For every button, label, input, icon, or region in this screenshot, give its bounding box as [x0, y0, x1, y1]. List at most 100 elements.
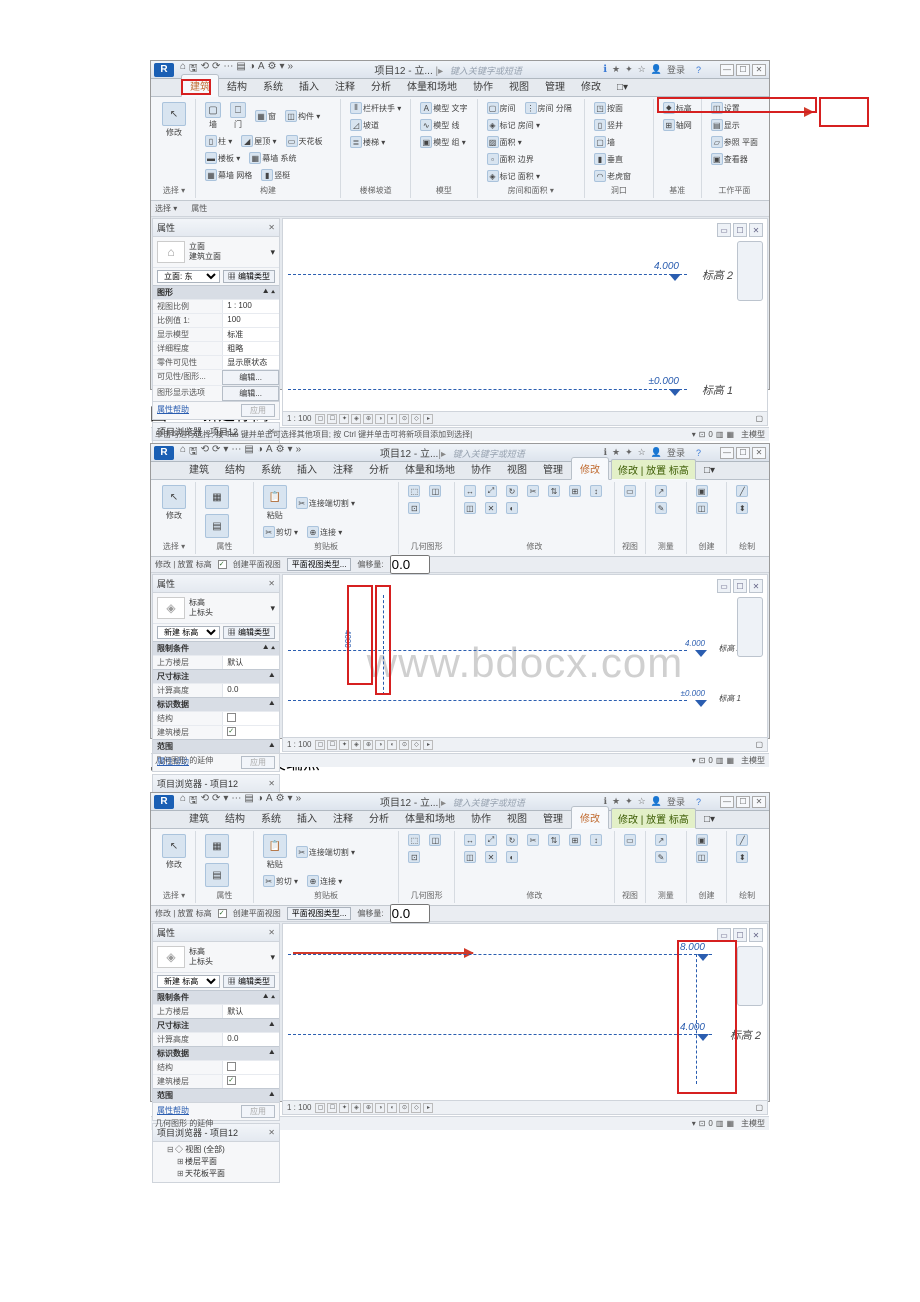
tab-5[interactable]: 分析: [361, 458, 397, 479]
tab-9[interactable]: 管理: [535, 458, 571, 479]
ribbon-icon-button[interactable]: ⬍: [733, 850, 751, 864]
instance-selector[interactable]: 新建 标高: [157, 975, 220, 988]
ribbon-icon-button[interactable]: ✎: [652, 501, 670, 515]
ribbon-icon-button[interactable]: ▤: [202, 513, 232, 539]
ribbon-面积边界-button[interactable]: ▫面积 边界: [484, 152, 537, 166]
window-buttons[interactable]: — ☐ ✕: [720, 64, 766, 76]
ribbon-icon-button[interactable]: ✕: [482, 501, 500, 515]
ribbon-修改-button[interactable]: ↖修改: [159, 833, 189, 871]
status-icon-2[interactable]: 0: [708, 756, 712, 765]
ribbon-房间分隔-button[interactable]: ⋮房间 分隔: [522, 101, 575, 115]
view-control-icon-0[interactable]: ▢: [315, 1103, 325, 1113]
property-row[interactable]: 零件可见性显示原状态: [153, 355, 279, 369]
info-icon-3[interactable]: ☆: [638, 796, 646, 807]
login-link[interactable]: 登录: [667, 446, 685, 459]
level-2-line[interactable]: [288, 1034, 712, 1035]
close-icon[interactable]: ✕: [752, 64, 766, 76]
ribbon-天花板-button[interactable]: ▭天花板: [283, 134, 326, 148]
user-icon[interactable]: 👤: [651, 64, 662, 75]
ribbon-轴网-button[interactable]: ⊞轴网: [660, 118, 695, 132]
info-icon-4[interactable]: 👤: [651, 447, 662, 458]
ribbon-icon-button[interactable]: ◫: [426, 484, 444, 498]
view-control-icon-9[interactable]: ▸: [423, 740, 433, 750]
level-2-line[interactable]: [288, 650, 687, 651]
info-icon-3[interactable]: ☆: [638, 447, 646, 458]
view-control-bar[interactable]: 1 : 100 ▢☐✦◈⊕◑◐⊙◇▸ ▢: [283, 411, 767, 425]
instance-selector[interactable]: 立面: 东: [157, 270, 220, 283]
ribbon-icon-button[interactable]: ▣: [693, 833, 711, 847]
type-dropdown-icon[interactable]: ▾: [270, 603, 275, 614]
view-control-icon-1[interactable]: ☐: [327, 1103, 337, 1113]
tab-7[interactable]: 协作: [463, 807, 499, 828]
canvas-close-icon[interactable]: ✕: [749, 223, 763, 237]
close-browser-icon[interactable]: ✕: [268, 1128, 275, 1137]
ribbon-标记房间-button[interactable]: ◈标记 房间 ▾: [484, 118, 543, 132]
ribbon-tabs[interactable]: 建筑 结构 系统 插入 注释 分析 体量和场地 协作 视图 管理 修改 □▾: [151, 79, 769, 97]
edit-type-button[interactable]: ▦ 编辑类型: [223, 975, 275, 988]
ribbon-构件-button[interactable]: ◫构件 ▾: [282, 101, 323, 131]
tab-0[interactable]: 建筑: [181, 807, 217, 828]
tab-9[interactable]: 管理: [535, 807, 571, 828]
view-control-icon-4[interactable]: ⊕: [363, 414, 373, 424]
level-2-line[interactable]: [288, 274, 687, 275]
property-row[interactable]: 可见性/图形...编辑...: [153, 369, 279, 385]
info-icon-2[interactable]: ✦: [625, 447, 633, 458]
property-row[interactable]: 详细程度粗略: [153, 341, 279, 355]
canvas-max-icon[interactable]: ☐: [733, 223, 747, 237]
ribbon-连接-button[interactable]: ⊕连接 ▾: [304, 525, 345, 539]
canvas-close-icon[interactable]: ✕: [749, 928, 763, 942]
ribbon-icon-button[interactable]: ╱: [733, 833, 751, 847]
nav-wheel[interactable]: [737, 241, 763, 301]
info-icon-1[interactable]: ★: [612, 796, 620, 807]
ribbon-icon-button[interactable]: ⬚: [405, 833, 423, 847]
view-control-icon-7[interactable]: ⊙: [399, 1103, 409, 1113]
plan-view-types-button[interactable]: 平面视图类型...: [287, 907, 352, 920]
tab-context[interactable]: 修改 | 放置 标高: [611, 459, 696, 480]
tab-analyze[interactable]: 分析: [363, 75, 399, 96]
ribbon-icon-button[interactable]: ▭: [621, 833, 639, 847]
ribbon-icon-button[interactable]: ▭: [621, 484, 639, 498]
view-control-icon-1[interactable]: ☐: [327, 740, 337, 750]
property-grid[interactable]: 图形⯅ ▴ 视图比例1 : 100比例值 1:100显示模型标准详细程度粗略零件…: [153, 285, 279, 401]
ribbon-楼板-button[interactable]: ▬楼板 ▾: [202, 151, 243, 165]
tab-10[interactable]: 修改: [571, 457, 609, 480]
ribbon-竖井-button[interactable]: ▯竖井: [591, 118, 626, 132]
maximize-icon[interactable]: ☐: [736, 64, 750, 76]
ribbon-icon-button[interactable]: ⬍: [733, 501, 751, 515]
level-1-label[interactable]: 标高 1: [718, 693, 741, 704]
ribbon-老虎窗-button[interactable]: ◠老虎窗: [591, 169, 634, 183]
options-bar[interactable]: 修改 | 放置 标高 创建平面视图 平面视图类型... 偏移量:: [151, 906, 769, 922]
nav-wheel[interactable]: [737, 946, 763, 1006]
tab-massing[interactable]: 体量和场地: [399, 75, 465, 96]
view-control-icon-6[interactable]: ◐: [387, 740, 397, 750]
level-1-label[interactable]: 标高 1: [702, 382, 733, 398]
structural-checkbox[interactable]: [227, 713, 236, 722]
level-3-value[interactable]: 8.000: [680, 942, 705, 953]
plan-view-types-button[interactable]: 平面视图类型...: [287, 558, 352, 571]
ribbon-墙-button[interactable]: ▢墙: [202, 101, 224, 131]
ribbon-房间-button[interactable]: ▢房间: [484, 101, 519, 115]
canvas-max-icon[interactable]: ☐: [733, 579, 747, 593]
ribbon-修改-button[interactable]: ↖修改: [159, 484, 189, 522]
ribbon-连接端切割-button[interactable]: ✂连接端切割 ▾: [293, 484, 358, 522]
ribbon-粘贴-button[interactable]: 📋粘贴: [260, 833, 290, 871]
scale-value[interactable]: 1 : 100: [287, 414, 311, 423]
options-bar[interactable]: 修改 | 放置 标高 创建平面视图 平面视图类型... 偏移量:: [151, 557, 769, 573]
tab-annotate[interactable]: 注释: [327, 75, 363, 96]
ribbon-icon-button[interactable]: ↗: [652, 484, 670, 498]
info-icon[interactable]: ℹ: [603, 64, 607, 75]
ribbon-icon-button[interactable]: ⊞: [566, 833, 584, 847]
create-plan-view-checkbox[interactable]: [218, 560, 227, 569]
status-icon-1[interactable]: ⊡: [699, 1119, 706, 1128]
tab-8[interactable]: 视图: [499, 458, 535, 479]
status-icon-3[interactable]: ▥: [716, 430, 724, 439]
tab-6[interactable]: 体量和场地: [397, 807, 463, 828]
level-1-line[interactable]: [288, 700, 687, 701]
building-story-checkbox[interactable]: [227, 1076, 236, 1085]
fav-icon[interactable]: ☆: [638, 64, 646, 75]
ribbon-icon-button[interactable]: ▤: [202, 862, 232, 888]
ribbon-栏杆扶手-button[interactable]: ⦀栏杆扶手 ▾: [347, 101, 404, 115]
view-control-icon-9[interactable]: ▸: [423, 414, 433, 424]
apply-button[interactable]: 应用: [241, 404, 275, 417]
ribbon-icon-button[interactable]: ◐: [503, 850, 521, 864]
